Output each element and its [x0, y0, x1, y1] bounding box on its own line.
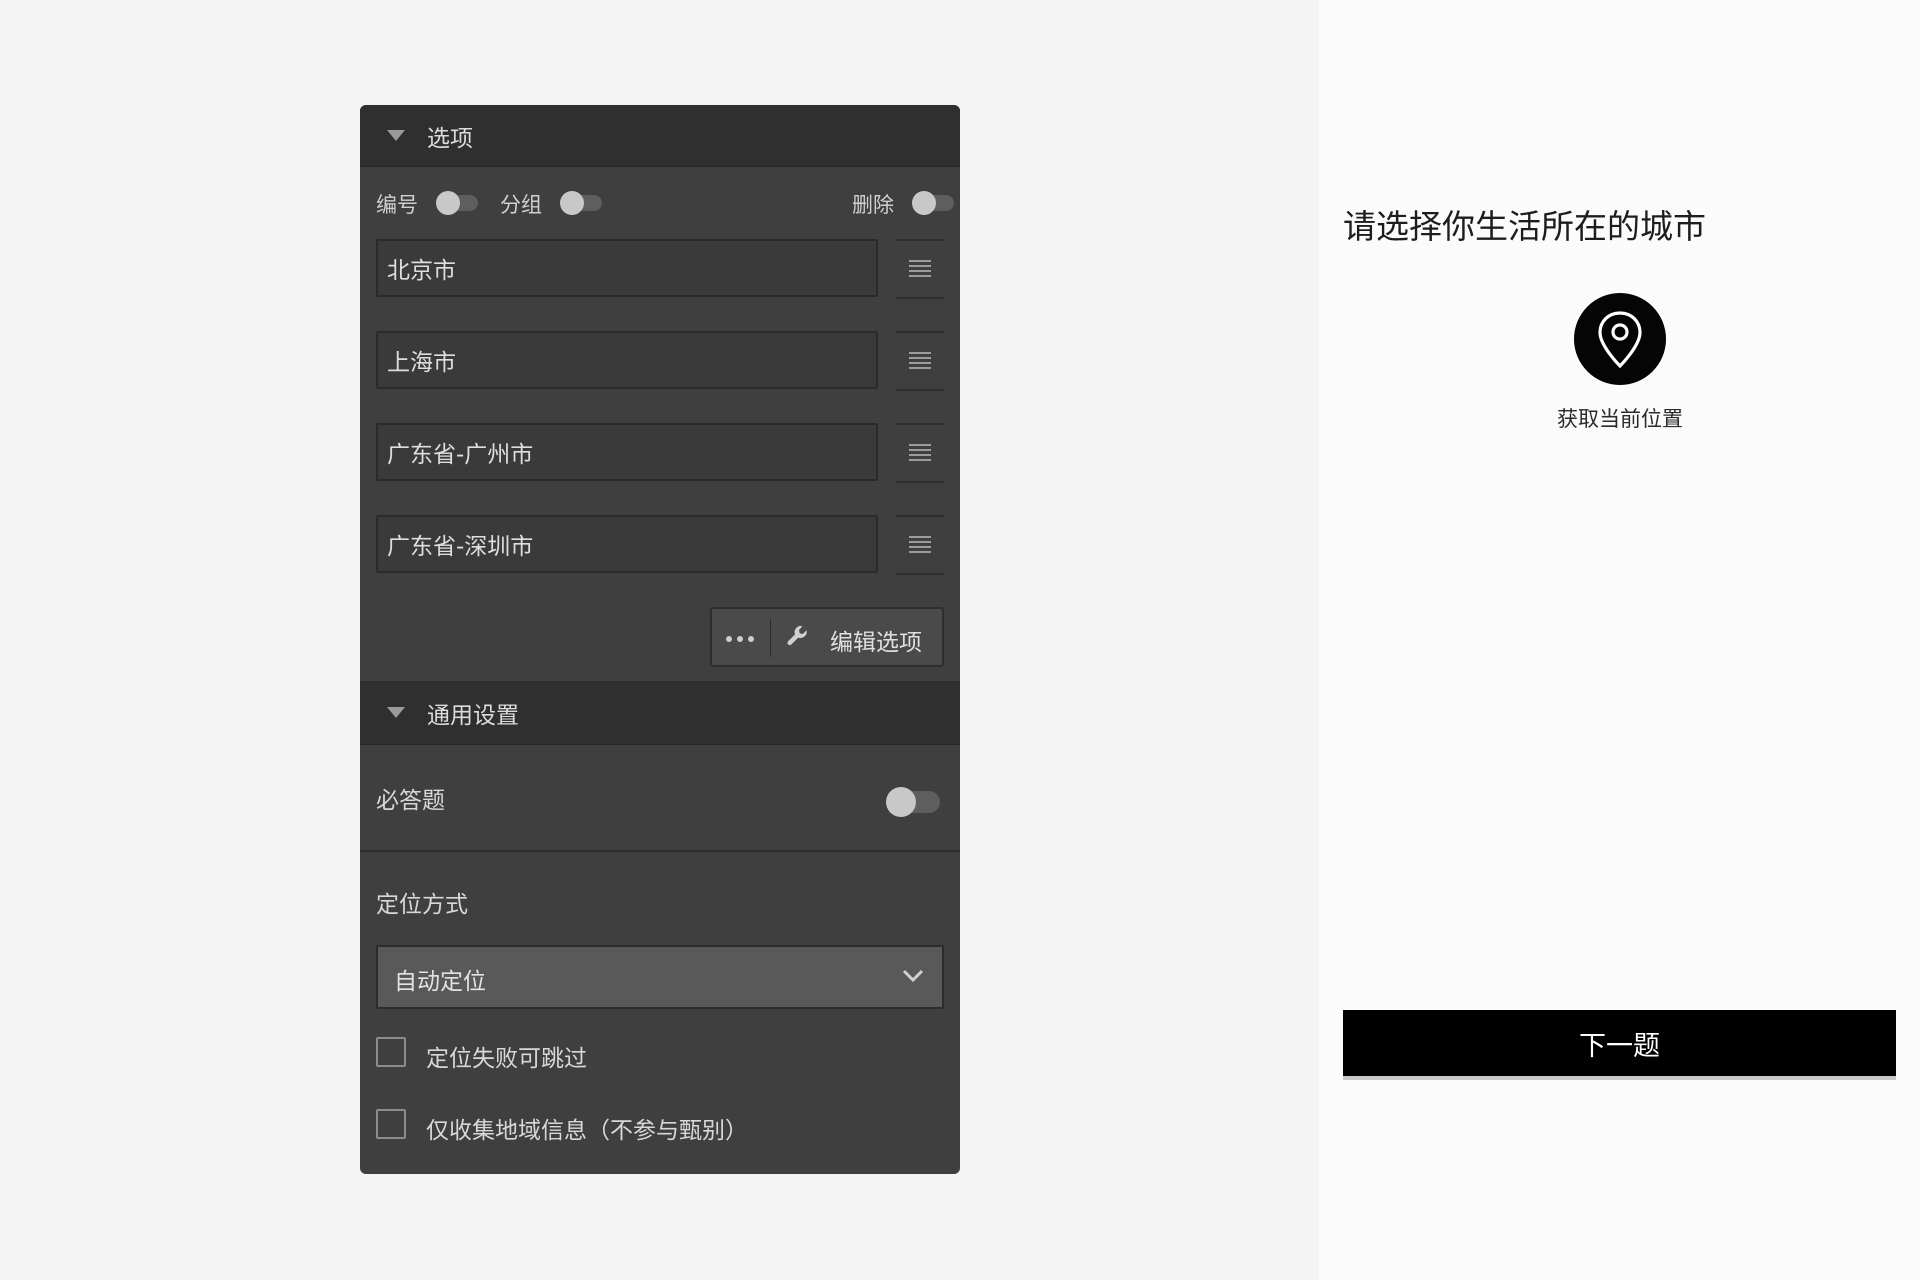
required-row: 必答题	[360, 745, 960, 852]
options-section-header[interactable]: 选项	[360, 105, 960, 167]
wrench-icon	[787, 625, 807, 646]
location-method-label: 定位方式	[376, 892, 468, 918]
map-pin-icon	[1598, 311, 1642, 369]
group-label: 分组	[500, 193, 542, 217]
delete-label: 删除	[852, 193, 894, 217]
toggle-knob	[436, 191, 460, 215]
group-toggle[interactable]	[560, 191, 602, 215]
delete-toggle[interactable]	[912, 191, 954, 215]
required-toggle[interactable]	[886, 787, 940, 817]
location-method-value: 自动定位	[394, 969, 486, 995]
required-label: 必答题	[376, 788, 445, 814]
option-row	[376, 515, 944, 575]
collapse-triangle-icon	[387, 707, 405, 718]
drag-handle-icon	[909, 536, 931, 554]
option-row	[376, 423, 944, 483]
collapse-triangle-icon	[387, 130, 405, 141]
options-section-title: 选项	[427, 125, 473, 152]
option-input[interactable]	[376, 331, 878, 389]
drag-handle[interactable]	[896, 239, 944, 299]
general-section-title: 通用设置	[427, 702, 519, 729]
drag-handle-icon	[909, 444, 931, 462]
more-dots-icon[interactable]	[726, 636, 754, 642]
next-question-button[interactable]: 下一题	[1343, 1010, 1896, 1080]
location-method-select[interactable]: 自动定位	[376, 945, 944, 1009]
question-title: 请选择你生活所在的城市	[1343, 207, 1706, 246]
edit-options-label: 编辑选项	[830, 630, 922, 656]
button-divider	[770, 619, 771, 657]
get-location-button[interactable]	[1574, 293, 1666, 385]
region-only-label: 仅收集地域信息（不参与甄别）	[426, 1118, 748, 1144]
toggle-knob	[886, 787, 916, 817]
edit-options-button[interactable]: 编辑选项	[710, 607, 944, 667]
question-editor-panel: 选项 编号 分组 删除 北京市 上海市 广东省-广州市 广东省-深圳市 编辑选项…	[360, 105, 960, 1174]
drag-handle-icon	[909, 260, 931, 278]
general-section-header[interactable]: 通用设置	[360, 681, 960, 745]
option-input[interactable]	[376, 515, 878, 573]
skip-on-fail-checkbox[interactable]	[376, 1037, 406, 1067]
option-input[interactable]	[376, 423, 878, 481]
skip-on-fail-label: 定位失败可跳过	[426, 1046, 587, 1072]
region-only-checkbox[interactable]	[376, 1109, 406, 1139]
toggle-knob	[560, 191, 584, 215]
drag-handle[interactable]	[896, 515, 944, 575]
option-input[interactable]	[376, 239, 878, 297]
drag-handle[interactable]	[896, 331, 944, 391]
option-row	[376, 331, 944, 391]
chevron-down-icon	[902, 969, 924, 983]
toggle-knob	[912, 191, 936, 215]
drag-handle-icon	[909, 352, 931, 370]
option-row	[376, 239, 944, 299]
drag-handle[interactable]	[896, 423, 944, 483]
preview-pane	[1319, 0, 1920, 1280]
numbering-toggle[interactable]	[436, 191, 478, 215]
options-toggle-row: 编号 分组 删除	[376, 185, 954, 221]
numbering-label: 编号	[376, 193, 418, 217]
get-location-label: 获取当前位置	[1557, 407, 1683, 431]
